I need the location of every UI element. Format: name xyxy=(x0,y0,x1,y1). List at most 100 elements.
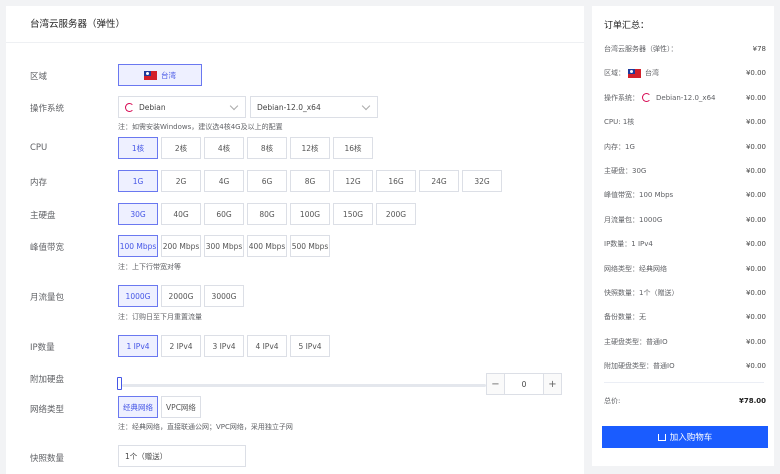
disk-option[interactable]: 200G xyxy=(376,203,416,225)
region-label: 区域 xyxy=(30,72,48,82)
disk-option[interactable]: 150G xyxy=(333,203,373,225)
extra-disk-slider-handle[interactable] xyxy=(117,377,122,390)
ip-option[interactable]: 1 IPv4 xyxy=(118,335,158,357)
increment-button[interactable]: + xyxy=(543,374,561,394)
taiwan-flag-icon xyxy=(144,70,157,80)
network-option[interactable]: 经典网络 xyxy=(118,396,158,418)
traffic-label: 月流量包 xyxy=(30,293,65,303)
os-version-value: Debian-12.0_x64 xyxy=(257,102,321,112)
region-option-taiwan[interactable]: 台湾 xyxy=(118,64,202,86)
summary-row-price: ¥0.00 xyxy=(745,337,766,346)
os-version-select[interactable]: Debian-12.0_x64 xyxy=(250,96,378,118)
summary-row: IP数量：1 IPv4 ¥0.00 xyxy=(604,239,766,249)
summary-row: 峰值带宽：100 Mbps ¥0.00 xyxy=(604,190,766,200)
summary-row: 快照数量：1个（赠送） ¥0.00 xyxy=(604,288,766,298)
cpu-option[interactable]: 8核 xyxy=(247,137,287,159)
summary-row-label: 快照数量：1个（赠送） xyxy=(604,289,679,297)
traffic-option[interactable]: 2000G xyxy=(161,285,201,307)
decrement-button[interactable]: − xyxy=(487,374,505,394)
ip-option[interactable]: 2 IPv4 xyxy=(161,335,201,357)
extra-disk-value[interactable]: 0 xyxy=(505,380,543,389)
memory-option[interactable]: 32G xyxy=(462,170,502,192)
disk-option[interactable]: 80G xyxy=(247,203,287,225)
region-value: 台湾 xyxy=(161,70,176,80)
memory-option[interactable]: 6G xyxy=(247,170,287,192)
summary-row-label: 区域： xyxy=(604,69,625,78)
disk-option[interactable]: 40G xyxy=(161,203,201,225)
os-label: 操作系统 xyxy=(30,104,65,114)
summary-row-price: ¥0.00 xyxy=(745,240,766,249)
summary-row-label: 操作系统： xyxy=(604,93,639,102)
memory-option[interactable]: 12G xyxy=(333,170,373,192)
os-distro-value: Debian xyxy=(139,102,166,112)
cpu-option[interactable]: 16核 xyxy=(333,137,373,159)
extra-disk-stepper: − 0 + xyxy=(486,373,562,395)
memory-option[interactable]: 1G xyxy=(118,170,158,192)
cpu-label: CPU xyxy=(30,143,48,153)
chevron-down-icon xyxy=(229,101,239,111)
summary-row-extra: 台湾 xyxy=(645,69,659,78)
cpu-option[interactable]: 1核 xyxy=(118,137,158,159)
summary-row-price: ¥78 xyxy=(752,45,766,53)
summary-row: 月流量包：1000G ¥0.00 xyxy=(604,215,766,225)
summary-row-price: ¥0.00 xyxy=(745,142,766,151)
snapshot-value: 1个（赠送） xyxy=(125,451,168,461)
summary-row-label: 网络类型：经典网络 xyxy=(604,264,667,273)
summary-row-price: ¥0.00 xyxy=(745,191,766,200)
traffic-option[interactable]: 1000G xyxy=(118,285,158,307)
summary-row-extra: Debian-12.0_x64 xyxy=(656,93,716,102)
total-label: 总价: xyxy=(604,397,621,405)
os-note: 注：如需安装Windows，建议选4核4G及以上的配置 xyxy=(118,123,283,131)
snapshot-select[interactable]: 1个（赠送） xyxy=(118,445,246,467)
memory-option[interactable]: 2G xyxy=(161,170,201,192)
summary-row-label: 峰值带宽：100 Mbps xyxy=(604,191,674,200)
summary-row-label: 内存：1G xyxy=(604,142,635,151)
summary-row-label: 主硬盘：30G xyxy=(604,167,647,175)
snapshot-label: 快照数量 xyxy=(30,454,65,464)
page-title: 台湾云服务器（弹性） xyxy=(30,19,126,30)
ip-option[interactable]: 4 IPv4 xyxy=(247,335,287,357)
traffic-option[interactable]: 3000G xyxy=(204,285,244,307)
summary-row-label: 主硬盘类型：普通IO xyxy=(604,337,668,346)
disk-option[interactable]: 60G xyxy=(204,203,244,225)
add-to-cart-button[interactable]: 加入购物车 xyxy=(602,426,768,448)
total-value: ¥78.00 xyxy=(738,397,766,405)
bandwidth-option[interactable]: 400 Mbps xyxy=(247,235,287,257)
summary-row-label: CPU: 1核 xyxy=(604,118,635,127)
bandwidth-option[interactable]: 300 Mbps xyxy=(204,235,244,257)
debian-icon xyxy=(125,102,134,112)
summary-row: 备份数量：无 ¥0.00 xyxy=(604,312,766,322)
os-distro-select[interactable]: Debian xyxy=(118,96,246,118)
cpu-option[interactable]: 12核 xyxy=(290,137,330,159)
summary-row-price: ¥0.00 xyxy=(745,167,766,175)
extra-disk-slider-track[interactable] xyxy=(122,384,486,387)
chevron-down-icon xyxy=(361,101,371,111)
summary-total-row: 总价: ¥78.00 xyxy=(604,396,766,406)
memory-option[interactable]: 16G xyxy=(376,170,416,192)
memory-option[interactable]: 4G xyxy=(204,170,244,192)
cpu-option[interactable]: 2核 xyxy=(161,137,201,159)
network-option[interactable]: VPC网络 xyxy=(161,396,201,418)
summary-row: 区域： 台湾 ¥0.00 xyxy=(604,68,766,78)
bandwidth-option[interactable]: 500 Mbps xyxy=(290,235,330,257)
memory-option[interactable]: 24G xyxy=(419,170,459,192)
network-label: 网络类型 xyxy=(30,405,65,415)
ip-option[interactable]: 3 IPv4 xyxy=(204,335,244,357)
summary-row-price: ¥0.00 xyxy=(745,118,766,127)
disk-option[interactable]: 30G xyxy=(118,203,158,225)
summary-row-price: ¥0.00 xyxy=(745,93,766,102)
summary-row-label: 附加硬盘类型：普通IO xyxy=(604,362,675,371)
bandwidth-option[interactable]: 100 Mbps xyxy=(118,235,158,257)
title-divider xyxy=(6,42,584,43)
summary-row-label: IP数量：1 IPv4 xyxy=(604,240,653,249)
summary-row: CPU: 1核 ¥0.00 xyxy=(604,117,766,127)
summary-row: 台湾云服务器（弹性）： ¥78 xyxy=(604,44,766,54)
disk-option[interactable]: 100G xyxy=(290,203,330,225)
order-summary-panel: 订单汇总： 台湾云服务器（弹性）： ¥78 区域： 台湾 ¥0.00 操作系统： Debia… xyxy=(592,6,774,466)
cpu-option[interactable]: 4核 xyxy=(204,137,244,159)
summary-row-price: ¥0.00 xyxy=(745,313,766,322)
ip-option[interactable]: 5 IPv4 xyxy=(290,335,330,357)
summary-row-price: ¥0.00 xyxy=(745,215,766,224)
bandwidth-option[interactable]: 200 Mbps xyxy=(161,235,201,257)
memory-option[interactable]: 8G xyxy=(290,170,330,192)
